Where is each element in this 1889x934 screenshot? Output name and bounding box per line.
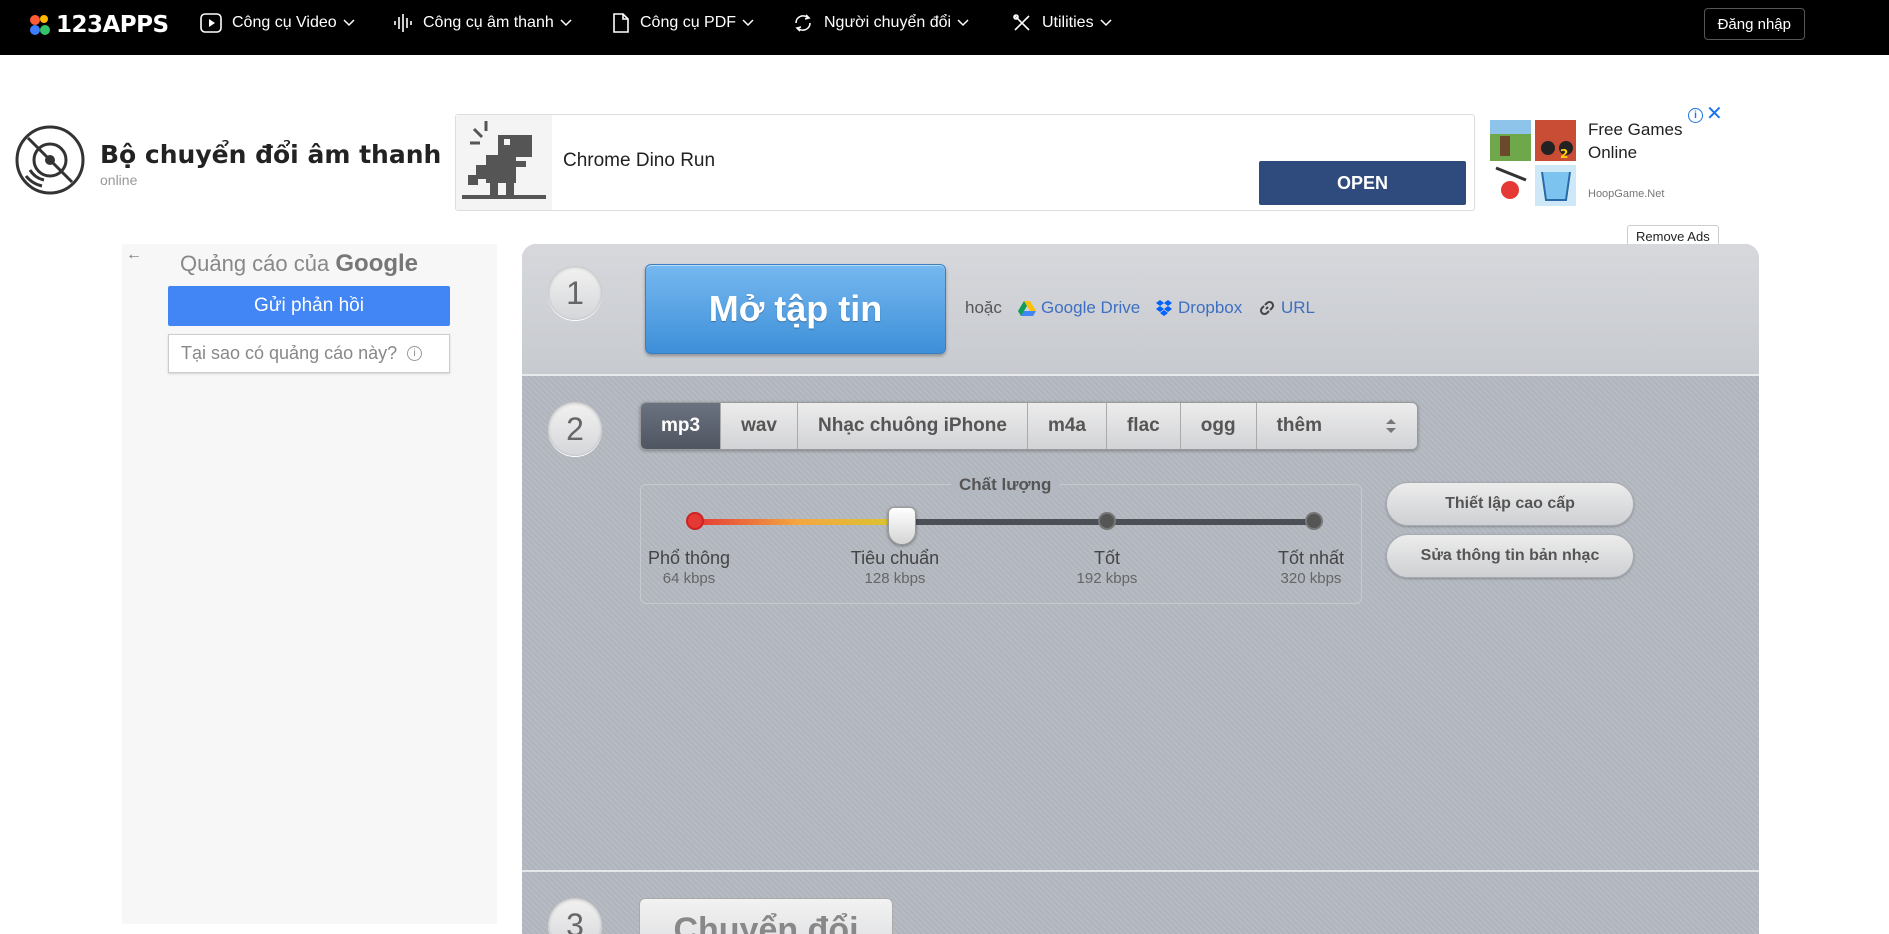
nav-pdf-label: Công cụ PDF <box>640 14 737 31</box>
ad-side-title[interactable]: Free Games Online <box>1588 118 1693 164</box>
step-1-section: 1 Mở tập tin hoặc Google Drive Dropbox U… <box>522 244 1759 376</box>
dropbox-label: Dropbox <box>1178 298 1243 317</box>
converter-panel: 1 Mở tập tin hoặc Google Drive Dropbox U… <box>522 244 1759 934</box>
nav-utilities-label: Utilities <box>1042 14 1094 31</box>
quality-stop-2[interactable] <box>1098 512 1116 530</box>
page-subtitle: online <box>100 172 138 188</box>
nav-converters[interactable]: Người chuyển đổi <box>792 0 969 46</box>
info-icon: i <box>407 346 423 361</box>
page-title: Bộ chuyển đổi âm thanh <box>100 140 442 169</box>
chevron-down-icon <box>1100 19 1112 27</box>
svg-text:2: 2 <box>1560 147 1568 161</box>
nav-converters-label: Người chuyển đổi <box>824 14 952 31</box>
format-more-select[interactable]: thêm <box>1256 403 1417 449</box>
quality-group: Chất lượng Phổ thông 64 kbps Tiêu chuẩn … <box>640 475 1362 604</box>
quality-slider-fill <box>695 519 902 525</box>
google-drive-link[interactable]: Google Drive <box>1018 298 1140 318</box>
open-file-button[interactable]: Mở tập tin <box>645 264 946 354</box>
google-drive-label: Google Drive <box>1041 298 1141 317</box>
url-label: URL <box>1281 298 1316 317</box>
format-tabs: mp3 wav Nhạc chuông iPhone m4a flac ogg … <box>640 402 1418 450</box>
disc-muted-icon <box>15 125 85 195</box>
quality-label: Chất lượng <box>951 475 1060 495</box>
quality-slider-track[interactable] <box>695 519 1315 525</box>
dino-ad-image <box>456 115 552 210</box>
nav-audio-tools[interactable]: Công cụ âm thanh <box>393 0 572 46</box>
step-2-number: 2 <box>548 402 602 456</box>
or-label: hoặc <box>965 298 1002 317</box>
quality-bitrate-economy: 64 kbps <box>662 570 716 587</box>
logo-icon <box>28 13 52 37</box>
quality-label-best: Tốt nhất <box>1277 548 1345 568</box>
nav-utilities[interactable]: Utilities <box>1012 0 1112 46</box>
chevron-down-icon <box>560 19 572 27</box>
why-this-ad-label: Tại sao có quảng cáo này? <box>181 343 398 363</box>
games-ad-image: 2 <box>1490 120 1576 206</box>
edit-track-info-button[interactable]: Sửa thông tin bản nhạc <box>1386 534 1634 578</box>
quality-bitrate-standard: 128 kbps <box>864 570 926 587</box>
select-arrows-icon <box>1385 419 1396 433</box>
back-arrow-icon[interactable]: ← <box>126 246 142 264</box>
logo-text: 123APPS <box>56 12 169 38</box>
dropbox-link[interactable]: Dropbox <box>1155 298 1242 318</box>
why-this-ad-button[interactable]: Tại sao có quảng cáo này? i <box>168 334 450 373</box>
google-ad-panel: ← Quảng cáo của Google Gửi phản hồi Tại … <box>122 244 497 924</box>
ad-title: Chrome Dino Run <box>563 150 716 171</box>
nav-video-tools[interactable]: Công cụ Video <box>200 0 355 46</box>
section-divider <box>522 870 1759 872</box>
nav-video-label: Công cụ Video <box>232 14 337 31</box>
ad-side-source: HoopGame.Net <box>1588 188 1665 200</box>
logo[interactable]: 123APPS <box>28 12 169 38</box>
quality-bitrate-best: 320 kbps <box>1280 570 1342 587</box>
google-ad-label-prefix: Quảng cáo của <box>180 251 330 276</box>
chevron-down-icon <box>343 19 355 27</box>
google-drive-icon <box>1018 301 1036 316</box>
format-ogg[interactable]: ogg <box>1180 403 1257 449</box>
nav-pdf-tools[interactable]: Công cụ PDF <box>612 0 754 46</box>
nav-audio-label: Công cụ âm thanh <box>423 14 554 31</box>
audio-wave-icon <box>394 14 412 32</box>
ad-info-icon[interactable]: i <box>1688 108 1703 123</box>
google-brand: Google <box>335 250 419 277</box>
chevron-down-icon <box>742 19 754 27</box>
chevron-down-icon <box>957 19 969 27</box>
quality-slider-handle[interactable] <box>887 507 916 545</box>
url-link[interactable]: URL <box>1258 298 1315 318</box>
format-flac[interactable]: flac <box>1106 403 1181 449</box>
step-3-number: 3 <box>548 898 602 934</box>
ad-banner[interactable]: Chrome Dino Run OPEN <box>455 114 1475 211</box>
format-more-label: thêm <box>1276 415 1322 436</box>
quality-bitrate-good: 192 kbps <box>1076 570 1138 587</box>
login-button[interactable]: Đăng nhập <box>1703 8 1805 40</box>
ad-close-icon[interactable]: ✕ <box>1706 104 1723 124</box>
quality-label-standard: Tiêu chuẩn <box>850 548 940 568</box>
convert-button[interactable]: Chuyển đổi <box>639 898 893 934</box>
format-m4a[interactable]: m4a <box>1027 403 1107 449</box>
tools-icon <box>1013 14 1030 31</box>
format-iphone-ringtone[interactable]: Nhạc chuông iPhone <box>798 403 1028 449</box>
google-ad-label: Quảng cáo của Google <box>180 250 418 278</box>
link-icon <box>1259 300 1275 316</box>
format-wav[interactable]: wav <box>721 403 798 449</box>
quality-stop-0[interactable] <box>686 512 704 530</box>
ad-open-button[interactable]: OPEN <box>1259 161 1466 205</box>
convert-cycle-icon <box>795 14 811 32</box>
dropbox-icon <box>1156 300 1172 316</box>
format-mp3[interactable]: mp3 <box>641 403 722 449</box>
video-icon <box>200 13 222 33</box>
step-1-number: 1 <box>548 266 602 320</box>
top-nav: 123APPS Công cụ Video Công cụ âm thanh C… <box>0 0 1889 55</box>
send-feedback-button[interactable]: Gửi phản hồi <box>168 286 450 326</box>
advanced-settings-button[interactable]: Thiết lập cao cấp <box>1386 482 1634 526</box>
document-icon <box>613 13 629 33</box>
quality-stop-3[interactable] <box>1305 512 1323 530</box>
quality-label-economy: Phổ thông <box>647 548 731 568</box>
quality-label-good: Tốt <box>1093 548 1121 568</box>
